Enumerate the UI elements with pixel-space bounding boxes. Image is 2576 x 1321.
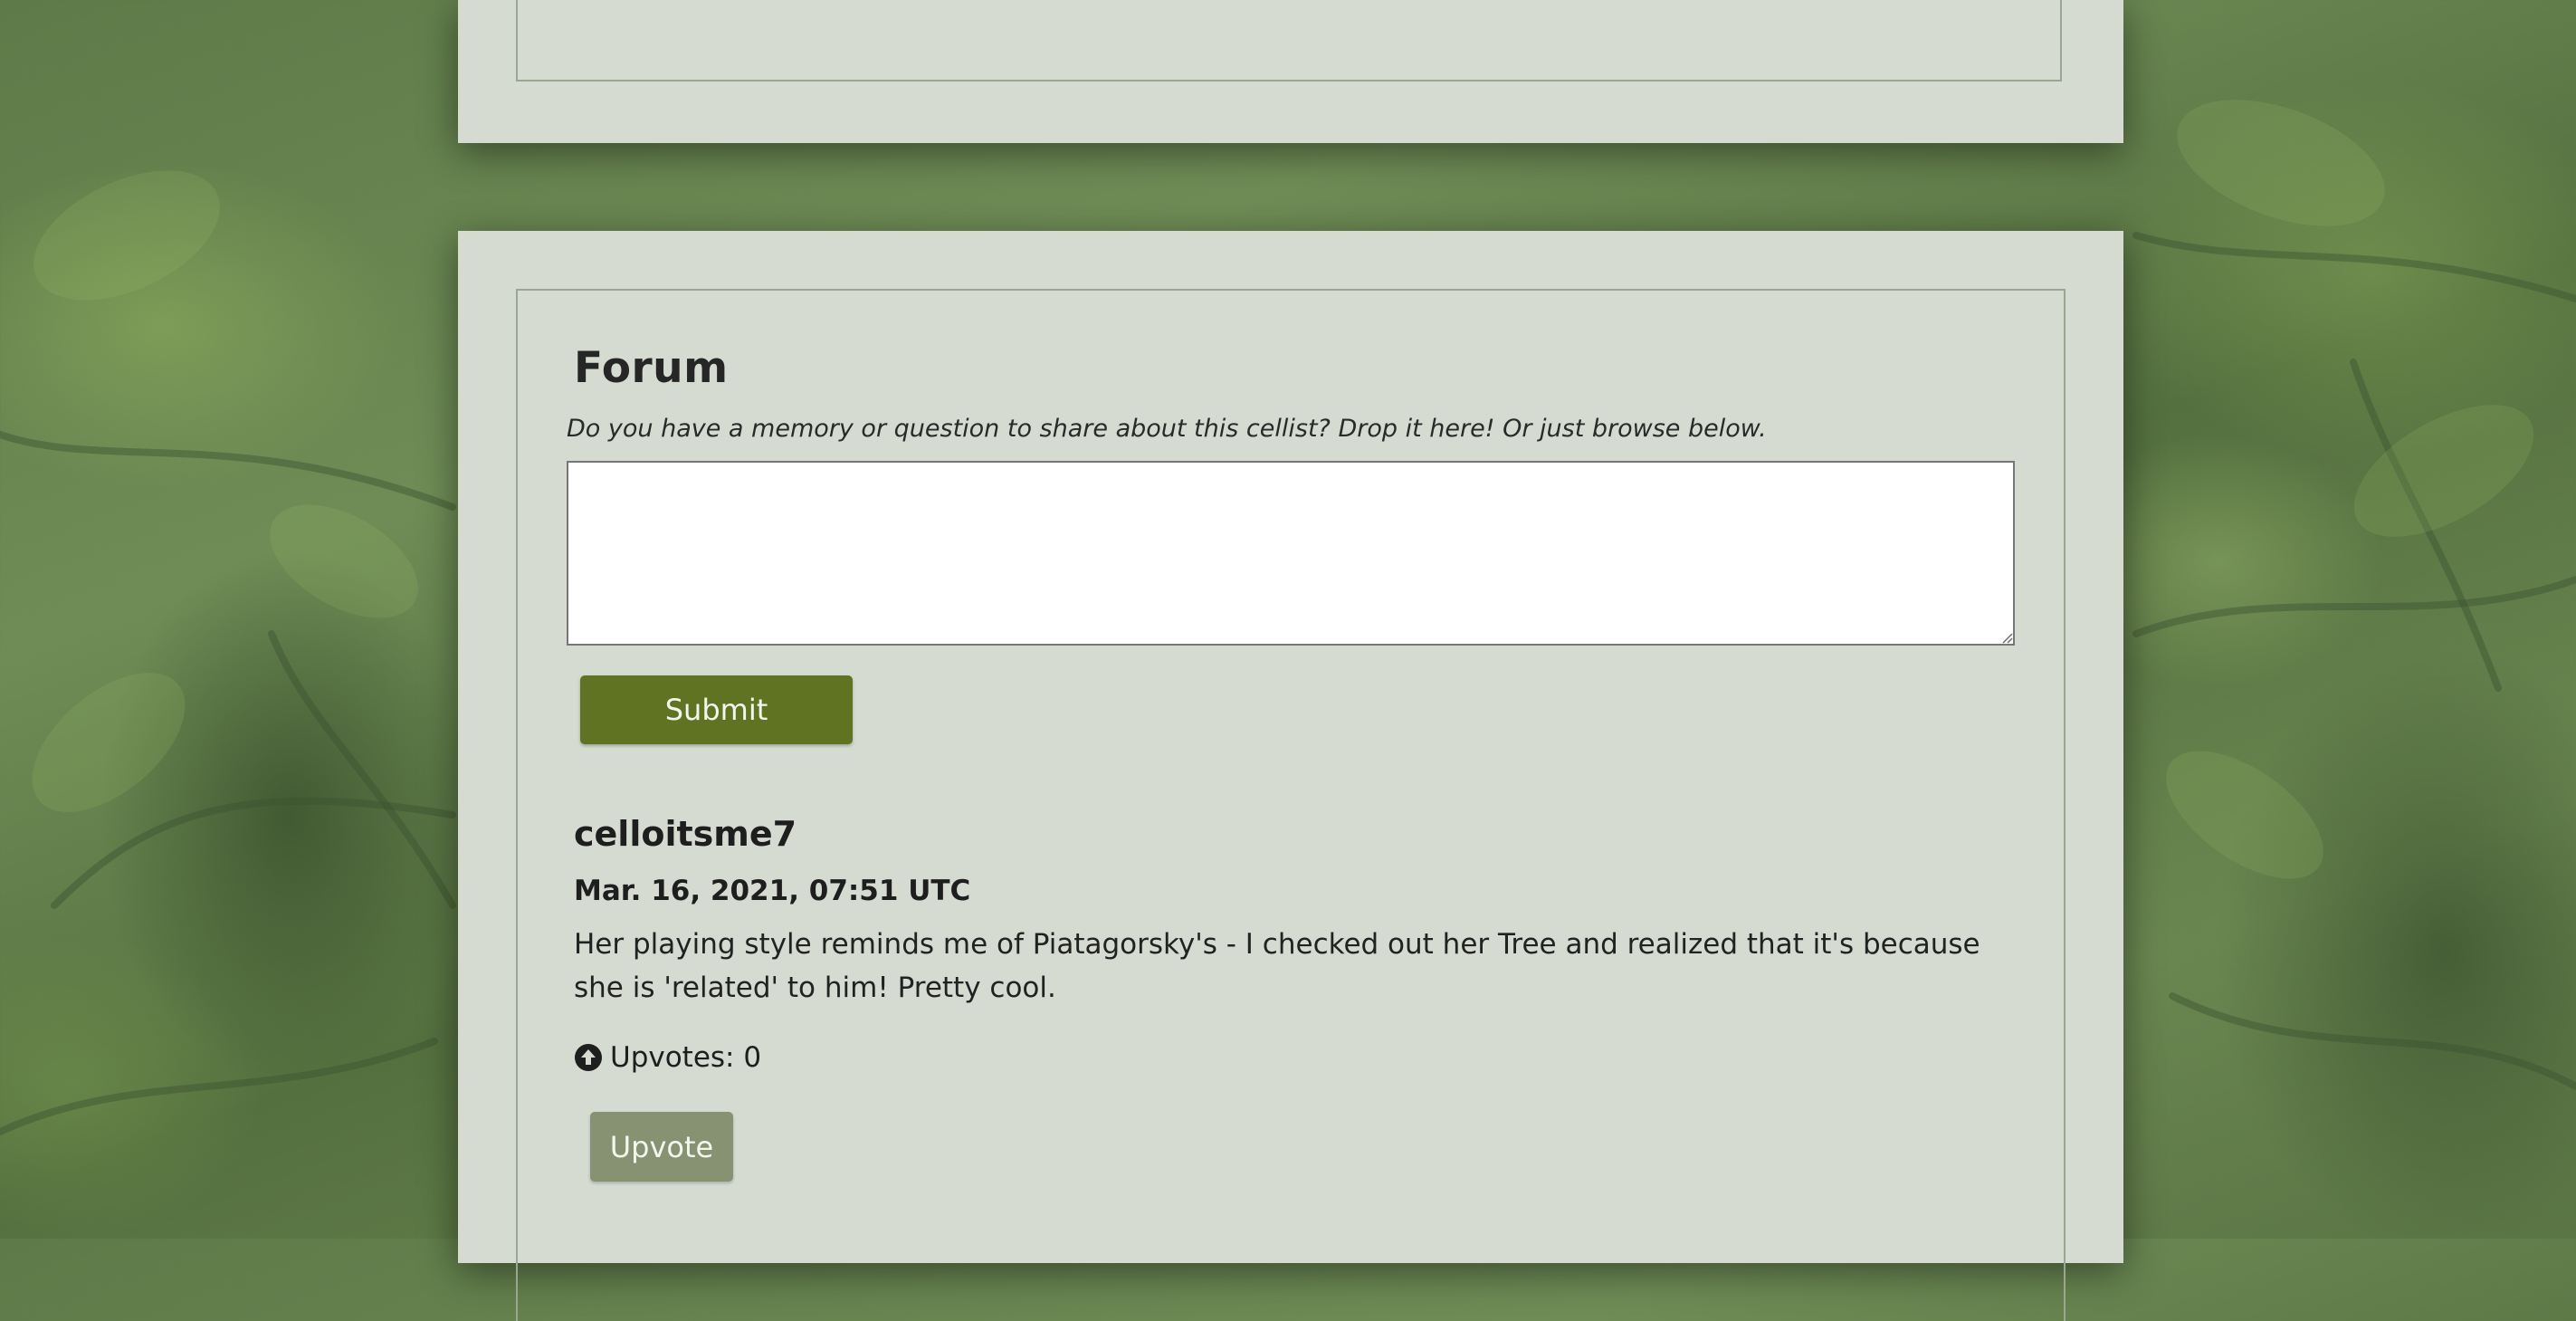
post-username: celloitsme7 (574, 814, 797, 854)
upvote-button[interactable]: Upvote (590, 1112, 733, 1182)
post-date: Mar. 16, 2021, 07:51 UTC (574, 875, 971, 907)
upvote-count-text: Upvotes: 0 (610, 1041, 762, 1074)
post-body: Her playing style reminds me of Piatagor… (574, 928, 1980, 1004)
submit-button[interactable]: Submit (580, 675, 853, 744)
forum-post-textarea[interactable] (567, 461, 2015, 646)
forum-title: Forum (574, 343, 729, 393)
textarea-resize-handle-icon[interactable] (1999, 629, 2013, 644)
forum-prompt: Do you have a memory or question to shar… (567, 415, 1767, 443)
forum-panel: Forum Do you have a memory or question t… (458, 231, 2123, 1321)
arrow-circle-up-icon (575, 1044, 602, 1071)
post-upvote-count: Upvotes: 0 (574, 1041, 761, 1074)
previous-section-frame (516, 0, 2062, 81)
forum-frame (516, 289, 2066, 1321)
previous-section-panel (458, 0, 2123, 143)
